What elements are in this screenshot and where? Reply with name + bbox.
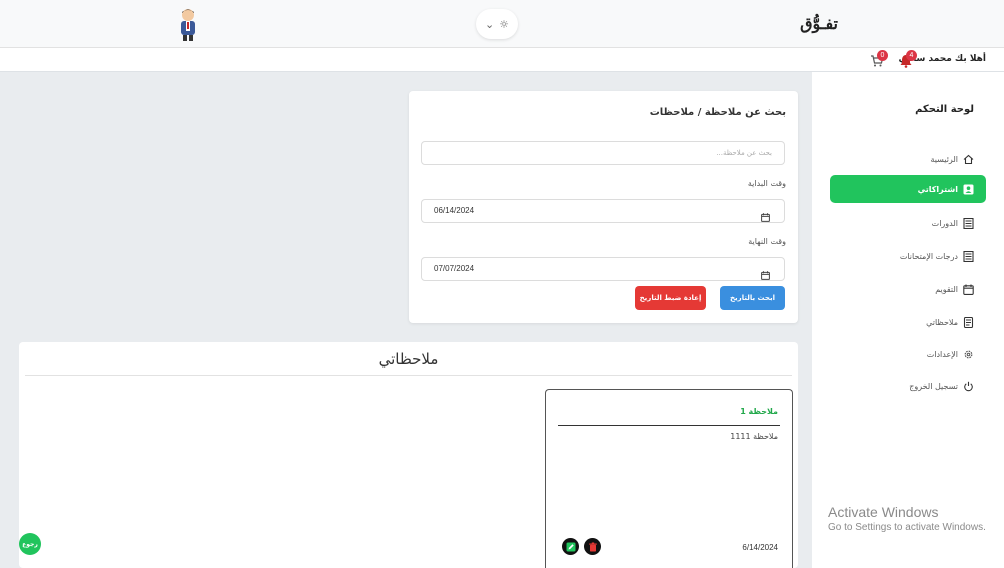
delete-note-button[interactable] <box>584 538 601 555</box>
watermark-title: Activate Windows <box>828 504 939 520</box>
gear-icon <box>963 349 974 360</box>
avatar[interactable] <box>174 7 202 41</box>
brand-logo[interactable]: تفـوُّق <box>800 14 838 33</box>
note-icon <box>963 316 974 328</box>
sidebar-item-calendar[interactable]: التقويم <box>830 275 986 303</box>
divider <box>558 425 780 426</box>
edit-icon <box>566 542 575 551</box>
home-icon <box>963 154 974 165</box>
note-search-card: بحث عن ملاحظة / ملاحظات بحث عن ملاحظة...… <box>409 91 798 323</box>
end-date-field[interactable]: 07/07/2024 <box>421 257 785 281</box>
sidebar-item-subscriptions[interactable]: اشتراكاتي <box>830 175 986 203</box>
sidebar-item-exam-grades[interactable]: درجات الإمتحانات <box>830 242 986 270</box>
search-card-title: بحث عن ملاحظة / ملاحظات <box>649 107 786 118</box>
divider <box>25 375 792 376</box>
trash-icon <box>588 542 597 551</box>
edit-note-button[interactable] <box>562 538 579 555</box>
list-icon <box>963 250 974 262</box>
note-search-input[interactable]: بحث عن ملاحظة... <box>421 141 785 165</box>
sidebar-item-label: الإعدادات <box>926 349 958 359</box>
user-bar: أهلا بك محمد سامي 4 0 <box>0 48 1004 72</box>
sidebar-item-label: التقويم <box>935 284 958 294</box>
search-by-date-button[interactable]: ابحث بالتاريخ <box>720 286 785 310</box>
theme-toggle[interactable]: ⌄ ☼ <box>476 9 518 39</box>
sidebar-item-settings[interactable]: الإعدادات <box>830 340 986 368</box>
note-body: ملاحظة 1111 <box>730 432 778 441</box>
start-date-field[interactable]: 06/14/2024 <box>421 199 785 223</box>
sidebar-item-home[interactable]: الرئيسية <box>830 145 986 173</box>
calendar-icon[interactable] <box>761 265 770 280</box>
note-title: ملاحظة 1 <box>740 407 778 416</box>
cart-badge: 0 <box>877 50 888 61</box>
user-square-icon <box>963 184 974 195</box>
sidebar-item-label: تسجيل الخروج <box>909 381 958 391</box>
sidebar-item-label: اشتراكاتي <box>917 184 958 194</box>
chevron-down-icon: ⌄ <box>484 17 495 31</box>
sidebar-item-notes[interactable]: ملاحظاتي <box>830 308 986 336</box>
sidebar-item-label: درجات الإمتحانات <box>899 251 958 261</box>
sidebar-title: لوحة التحكم <box>915 104 974 115</box>
reset-date-button[interactable]: إعادة ضبط التاريخ <box>635 286 706 310</box>
sidebar: لوحة التحكم الرئيسية اشتراكاتي الدورات د… <box>812 72 1004 568</box>
calendar-icon[interactable] <box>761 207 770 222</box>
start-date-value: 06/14/2024 <box>434 206 475 215</box>
calendar-icon <box>963 284 974 295</box>
notification-badge: 4 <box>906 50 917 61</box>
sun-icon: ☼ <box>499 17 510 31</box>
start-date-label: وقت البداية <box>747 179 786 188</box>
note-card[interactable]: ملاحظة 1 ملاحظة 1111 6/14/2024 <box>545 389 793 568</box>
top-bar: ⌄ ☼ تفـوُّق <box>0 0 1004 48</box>
windows-activation-watermark: Activate Windows Go to Settings to activ… <box>828 504 986 533</box>
sidebar-item-label: ملاحظاتي <box>926 317 958 327</box>
note-date: 6/14/2024 <box>742 543 778 552</box>
end-date-value: 07/07/2024 <box>434 264 475 273</box>
sidebar-item-label: الرئيسية <box>930 154 958 164</box>
notes-panel: ملاحظاتي ملاحظة 1 ملاحظة 1111 6/14/2024 <box>19 342 798 568</box>
notes-title: ملاحظاتي <box>378 350 439 368</box>
watermark-subtitle: Go to Settings to activate Windows. <box>828 522 986 533</box>
sidebar-item-logout[interactable]: تسجيل الخروج <box>830 372 986 400</box>
power-icon <box>963 381 974 392</box>
end-date-label: وقت النهاية <box>748 237 786 246</box>
sidebar-item-courses[interactable]: الدورات <box>830 209 986 237</box>
search-placeholder: بحث عن ملاحظة... <box>716 149 772 157</box>
list-icon <box>963 217 974 229</box>
sidebar-item-label: الدورات <box>931 218 958 228</box>
back-button[interactable]: رجوع <box>19 533 41 555</box>
